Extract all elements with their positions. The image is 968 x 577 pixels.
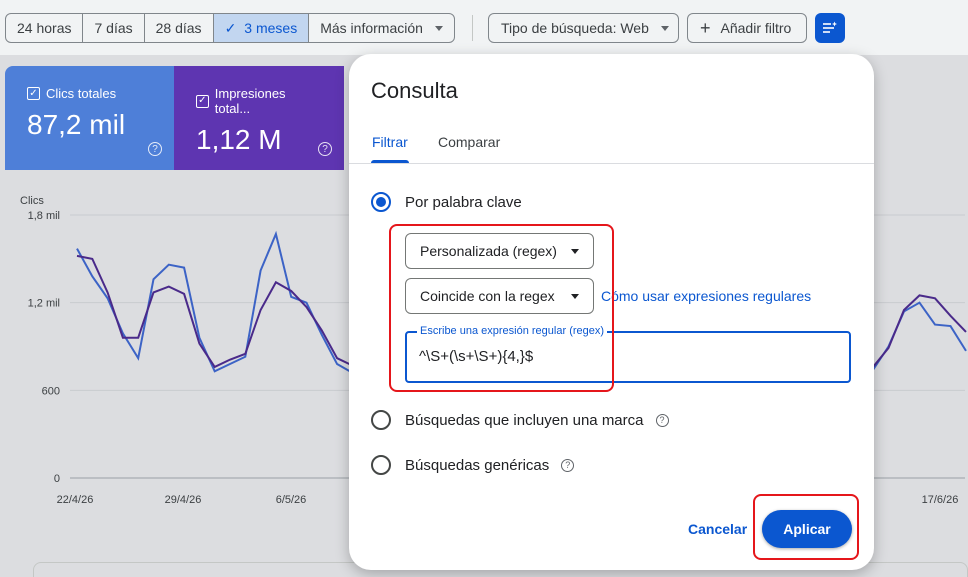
impressions-metric-card[interactable]: ✓ Impresiones total... 1,12 M ? <box>174 66 344 170</box>
clicks-label: Clics totales <box>46 86 117 101</box>
range-7d-button[interactable]: 7 días <box>83 14 145 42</box>
toolbar: 24 horas 7 días 28 días ✓ 3 meses Más in… <box>0 0 968 55</box>
help-icon[interactable]: ? <box>655 413 669 427</box>
impressions-value: 1,12 M <box>196 124 282 155</box>
range-3m-button[interactable]: ✓ 3 meses <box>213 14 310 42</box>
plus-icon: + <box>700 18 711 38</box>
tab-compare[interactable]: Comparar <box>438 134 500 150</box>
clicks-metric-card[interactable]: ✓ Clics totales 87,2 mil ? <box>5 66 174 170</box>
checkbox-checked-icon: ✓ <box>196 94 209 108</box>
radio-unselected-icon[interactable] <box>371 410 391 430</box>
search-type-label: Tipo de búsqueda: Web <box>501 20 649 36</box>
help-icon[interactable]: ? <box>148 142 162 156</box>
y-tick-label: 1,2 mil <box>28 298 60 310</box>
range-24h-button[interactable]: 24 horas <box>6 14 84 42</box>
filter-settings-button[interactable] <box>815 13 845 43</box>
tab-divider <box>349 163 874 164</box>
help-icon[interactable]: ? <box>318 142 332 156</box>
range-label: 28 días <box>155 20 202 36</box>
series-line <box>76 230 353 374</box>
date-range-selector: 24 horas 7 días 28 días ✓ 3 meses Más in… <box>5 13 455 43</box>
x-tick-label: 6/5/26 <box>276 494 307 506</box>
x-tick-label: 22/4/26 <box>57 494 94 506</box>
dialog-title: Consulta <box>371 78 458 103</box>
range-label: 7 días <box>94 20 133 36</box>
option-keyword-label: Por palabra clave <box>405 193 522 211</box>
series-line <box>872 294 967 368</box>
chevron-down-icon <box>434 25 443 31</box>
y-tick-label: 600 <box>42 385 60 397</box>
range-label: Más información <box>320 20 423 36</box>
impressions-label: Impresiones total... <box>214 86 286 116</box>
y-tick-label: 0 <box>54 473 60 485</box>
range-label: 24 horas <box>17 20 72 36</box>
range-28d-button[interactable]: 28 días <box>145 14 214 42</box>
series-line <box>872 301 967 371</box>
range-label: 3 meses <box>244 20 298 36</box>
check-icon: ✓ <box>224 19 237 36</box>
toolbar-divider <box>472 15 473 41</box>
checkbox-checked-icon: ✓ <box>27 87 40 100</box>
radio-unselected-icon[interactable] <box>371 455 391 475</box>
more-info-dropdown[interactable]: Más información <box>309 14 454 42</box>
x-tick-label: 17/6/26 <box>922 494 959 506</box>
regex-help-link[interactable]: Cómo usar expresiones regulares <box>601 288 811 304</box>
add-filter-button[interactable]: + Añadir filtro <box>687 13 807 43</box>
search-type-dropdown[interactable]: Tipo de búsqueda: Web <box>488 13 679 43</box>
option-generic-label: Búsquedas genéricas <box>405 456 550 474</box>
chevron-down-icon <box>660 25 669 31</box>
option-brand[interactable]: Búsquedas que incluyen una marca ? <box>371 410 669 430</box>
tab-filter[interactable]: Filtrar <box>372 134 408 150</box>
add-filter-label: Añadir filtro <box>720 20 792 36</box>
filter-lines-icon <box>823 21 837 33</box>
cancel-button[interactable]: Cancelar <box>688 521 747 537</box>
help-icon[interactable]: ? <box>561 458 575 472</box>
clicks-value: 87,2 mil <box>27 109 126 140</box>
y-tick-label: 1,8 mil <box>28 210 60 222</box>
option-generic[interactable]: Búsquedas genéricas ? <box>371 455 575 475</box>
y-axis-title: Clics <box>20 195 44 207</box>
radio-selected-icon[interactable] <box>371 192 391 212</box>
x-tick-label: 29/4/26 <box>165 494 202 506</box>
option-brand-label: Búsquedas que incluyen una marca <box>405 411 644 429</box>
option-keyword[interactable]: Por palabra clave <box>371 192 522 212</box>
highlight-box-regex-settings <box>389 224 614 392</box>
highlight-box-apply <box>753 494 859 560</box>
